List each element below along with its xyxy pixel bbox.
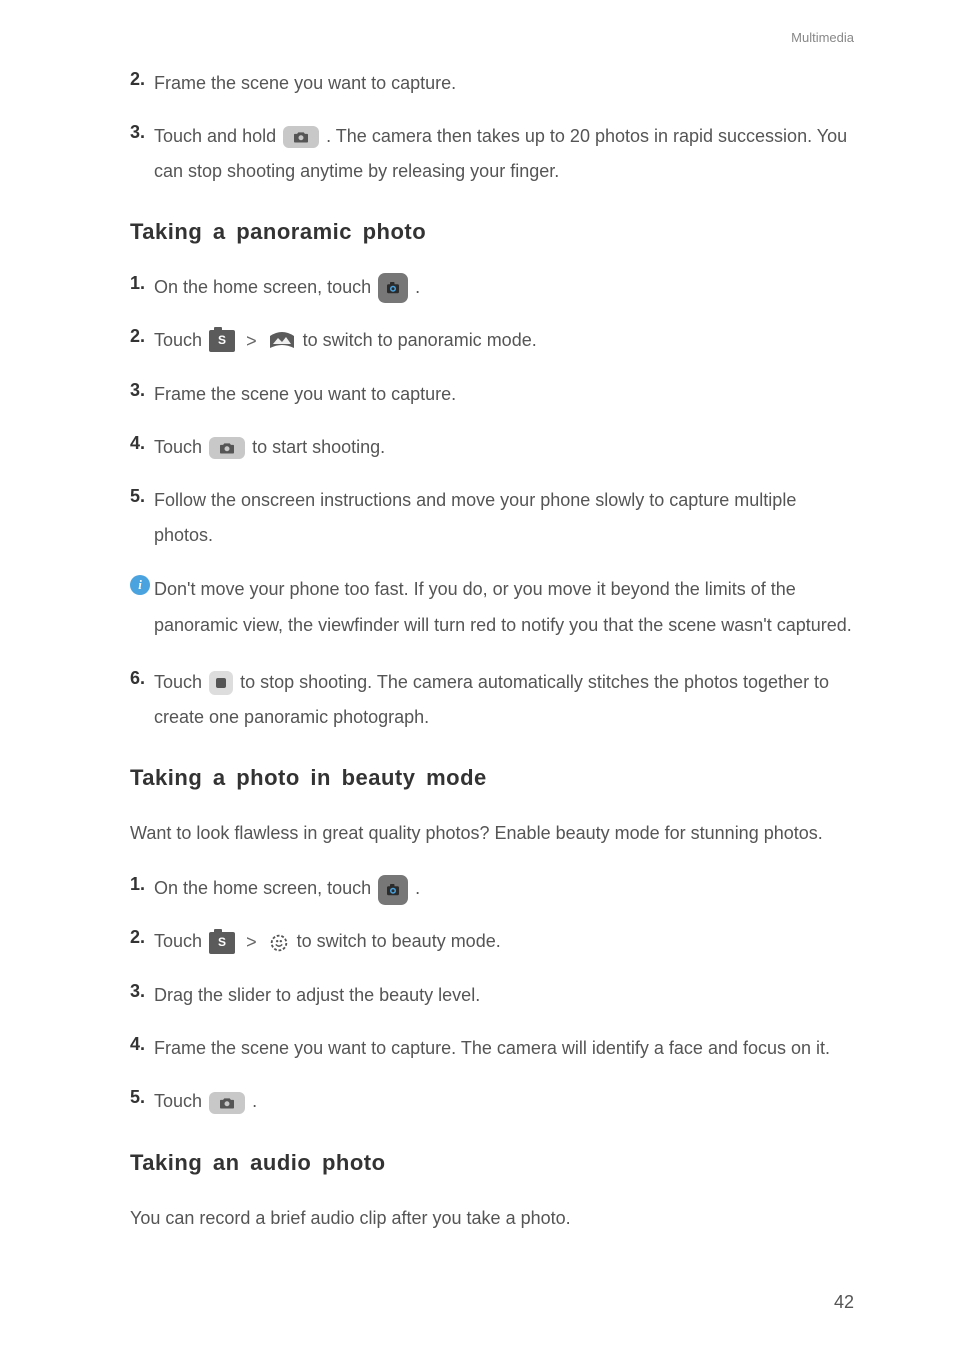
heading-beauty: Taking a photo in beauty mode (130, 761, 854, 794)
chevron-right-icon: > (246, 324, 257, 359)
text-before: On the home screen, touch (154, 277, 376, 297)
step-text: Frame the scene you want to capture. The… (154, 1031, 854, 1066)
camera-app-icon (378, 273, 408, 303)
mode-s-label: S (218, 329, 226, 352)
step-number: 3. (130, 978, 154, 1005)
step-body: Touch S > to switch to panoramic mode. (154, 323, 854, 359)
text-before: Touch and hold (154, 126, 281, 146)
camera-shutter-icon (283, 126, 319, 148)
beauty-step-3: 3. Drag the slider to adjust the beauty … (130, 978, 854, 1013)
burst-step-2: 2. Frame the scene you want to capture. (130, 66, 854, 101)
step-number: 1. (130, 871, 154, 898)
beauty-mode-icon (268, 932, 290, 954)
beauty-step-4: 4. Frame the scene you want to capture. … (130, 1031, 854, 1066)
step-body: Drag the slider to adjust the beauty lev… (154, 978, 854, 1013)
beauty-step-5: 5. Touch . (130, 1084, 854, 1119)
audio-lead: You can record a brief audio clip after … (130, 1201, 854, 1236)
step-body: On the home screen, touch . (154, 871, 854, 906)
text-after: to stop shooting. The camera automatical… (154, 672, 829, 727)
info-note: i Don't move your phone too fast. If you… (130, 571, 854, 643)
stop-icon (209, 671, 233, 695)
camera-shutter-icon (209, 437, 245, 459)
info-icon: i (130, 575, 154, 595)
text-before: Touch (154, 437, 207, 457)
step-body: Follow the onscreen instructions and mov… (154, 483, 854, 553)
camera-app-icon (378, 875, 408, 905)
pano-step-2: 2. Touch S > to switch to panoramic mode… (130, 323, 854, 359)
step-body: On the home screen, touch . (154, 270, 854, 305)
heading-audio: Taking an audio photo (130, 1146, 854, 1179)
text-after: to switch to panoramic mode. (303, 330, 537, 350)
mode-s-icon: S (209, 330, 235, 352)
step-number: 1. (130, 270, 154, 297)
step-number: 4. (130, 1031, 154, 1058)
beauty-lead: Want to look flawless in great quality p… (130, 816, 854, 851)
step-text: Frame the scene you want to capture. (154, 377, 854, 412)
text-after: . (252, 1091, 257, 1111)
pano-step-4: 4. Touch to start shooting. (130, 430, 854, 465)
step-body: Touch . (154, 1084, 854, 1119)
step-body: Touch to start shooting. (154, 430, 854, 465)
burst-step-3: 3. Touch and hold . The camera then take… (130, 119, 854, 189)
text-before: On the home screen, touch (154, 878, 376, 898)
step-body: Touch S > to switch to beauty mode. (154, 924, 854, 960)
step-text: Frame the scene you want to capture. (154, 66, 854, 101)
pano-step-6: 6. Touch to stop shooting. The camera au… (130, 665, 854, 735)
step-number: 5. (130, 483, 154, 510)
text-before: Touch (154, 931, 207, 951)
step-number: 3. (130, 377, 154, 404)
step-number: 2. (130, 924, 154, 951)
page-number: 42 (834, 1289, 854, 1316)
mode-s-icon: S (209, 932, 235, 954)
text-after: . (415, 878, 420, 898)
step-body: Frame the scene you want to capture. (154, 66, 854, 101)
text-before: Touch (154, 330, 207, 350)
step-number: 3. (130, 119, 154, 146)
pano-step-1: 1. On the home screen, touch . (130, 270, 854, 305)
text-after: . (415, 277, 420, 297)
step-body: Frame the scene you want to capture. (154, 377, 854, 412)
text-before: Touch (154, 672, 207, 692)
step-number: 4. (130, 430, 154, 457)
step-number: 6. (130, 665, 154, 692)
step-text: Follow the onscreen instructions and mov… (154, 483, 854, 553)
panorama-mode-icon (268, 330, 296, 352)
chevron-right-icon: > (246, 925, 257, 960)
step-text: Drag the slider to adjust the beauty lev… (154, 978, 854, 1013)
text-after: to switch to beauty mode. (297, 931, 501, 951)
step-body: Touch to stop shooting. The camera autom… (154, 665, 854, 735)
camera-shutter-icon (209, 1092, 245, 1114)
pano-step-3: 3. Frame the scene you want to capture. (130, 377, 854, 412)
step-number: 2. (130, 323, 154, 350)
step-body: Frame the scene you want to capture. The… (154, 1031, 854, 1066)
text-before: Touch (154, 1091, 207, 1111)
beauty-step-1: 1. On the home screen, touch . (130, 871, 854, 906)
pano-step-5: 5. Follow the onscreen instructions and … (130, 483, 854, 553)
heading-panoramic: Taking a panoramic photo (130, 215, 854, 248)
mode-s-label: S (218, 931, 226, 954)
text-after: to start shooting. (252, 437, 385, 457)
step-number: 2. (130, 66, 154, 93)
step-number: 5. (130, 1084, 154, 1111)
step-body: Touch and hold . The camera then takes u… (154, 119, 854, 189)
info-text: Don't move your phone too fast. If you d… (154, 571, 854, 643)
beauty-step-2: 2. Touch S > to switch to beauty mode. (130, 924, 854, 960)
page-header: Multimedia (130, 28, 854, 48)
